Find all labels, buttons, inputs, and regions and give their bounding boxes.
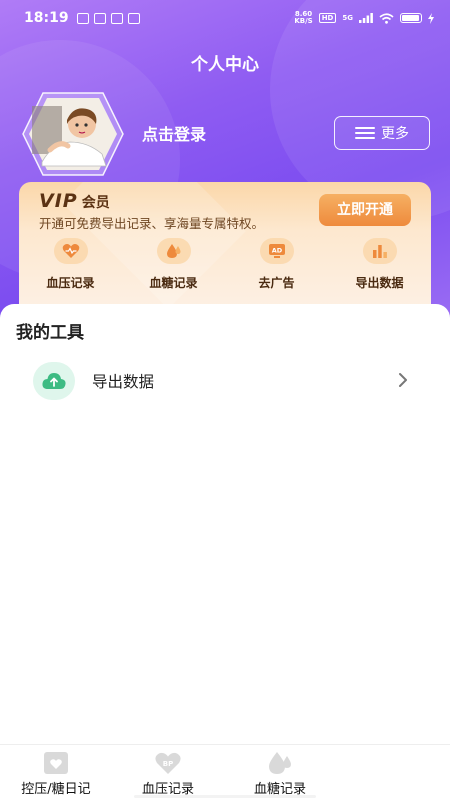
app-notification-icon [93, 12, 106, 24]
menu-icon [355, 127, 375, 139]
avatar-illustration-icon [22, 92, 124, 176]
vip-card: VIP 会员 开通可免费导出记录、享海量专属特权。 立即开通 血压记录 血糖记录… [19, 182, 431, 310]
vip-feature-label: 血压记录 [46, 276, 95, 290]
vip-feature-label: 导出数据 [355, 276, 404, 290]
notification-icons [76, 12, 140, 24]
svg-text:AD: AD [271, 247, 282, 255]
network-speed: 8.60 KB/S [294, 10, 313, 25]
ad-icon: AD [259, 238, 294, 264]
vip-features: 血压记录 血糖记录 AD 去广告 导出数据 [19, 238, 431, 294]
battery-icon [400, 13, 422, 23]
bottom-nav: 控压/糖日记 BP 血压记录 血糖记录 [0, 744, 450, 800]
nav-item-diary[interactable]: 控压/糖日记 [0, 745, 112, 800]
bp-icon: BP [155, 752, 181, 774]
svg-text:BP: BP [163, 760, 173, 768]
app-notification-icon [76, 12, 89, 24]
vip-brand: VIP [39, 190, 78, 212]
vip-description: 开通可免费导出记录、享海量专属特权。 [39, 216, 265, 231]
app-notification-icon [127, 12, 140, 24]
charging-icon [428, 12, 434, 24]
vip-open-button[interactable]: 立即开通 [319, 194, 411, 226]
more-button[interactable]: 更多 [334, 116, 430, 150]
tool-item-export-data[interactable]: 导出数据 [0, 356, 450, 406]
nav-item-bp-record[interactable]: BP 血压记录 [112, 745, 224, 800]
vip-member-label: 会员 [81, 195, 110, 211]
nav-item-glucose-record[interactable]: 血糖记录 [224, 745, 336, 800]
wifi-icon [379, 12, 394, 24]
status-time: 18:19 [24, 10, 69, 26]
vip-title: VIP 会员 [39, 190, 110, 212]
page-title: 个人中心 [191, 55, 259, 75]
nav-active-indicator [134, 795, 316, 798]
signal-5g-label: 5G [342, 14, 353, 22]
avatar[interactable] [22, 92, 124, 176]
tool-item-label: 导出数据 [92, 373, 155, 391]
more-button-label: 更多 [381, 126, 409, 142]
status-right: 8.60 KB/S HD 5G [294, 11, 434, 25]
hd-badge: HD [318, 13, 337, 23]
bar-chart-icon [362, 238, 397, 264]
chevron-right-icon [399, 373, 407, 387]
diary-icon [44, 752, 68, 774]
signal-icon [359, 13, 373, 23]
vip-feature-export-data[interactable]: 导出数据 [328, 238, 431, 294]
vip-feature-label: 去广告 [258, 276, 295, 290]
vip-feature-bp-record[interactable]: 血压记录 [19, 238, 122, 294]
login-button[interactable]: 点击登录 [142, 121, 206, 145]
drop-icon [269, 752, 291, 774]
nav-item-label: 控压/糖日记 [21, 782, 91, 797]
drop-icon [156, 238, 191, 264]
vip-feature-label: 血糖记录 [149, 276, 198, 290]
heart-icon [53, 238, 88, 264]
status-bar: 18:19 8.60 KB/S HD 5G [0, 0, 450, 36]
vip-feature-glucose-record[interactable]: 血糖记录 [122, 238, 225, 294]
cloud-upload-icon [33, 362, 75, 400]
app-notification-icon [110, 12, 123, 24]
tools-section: 我的工具 导出数据 [0, 304, 450, 746]
tools-section-title: 我的工具 [16, 323, 84, 343]
vip-feature-remove-ads[interactable]: AD 去广告 [225, 238, 328, 294]
